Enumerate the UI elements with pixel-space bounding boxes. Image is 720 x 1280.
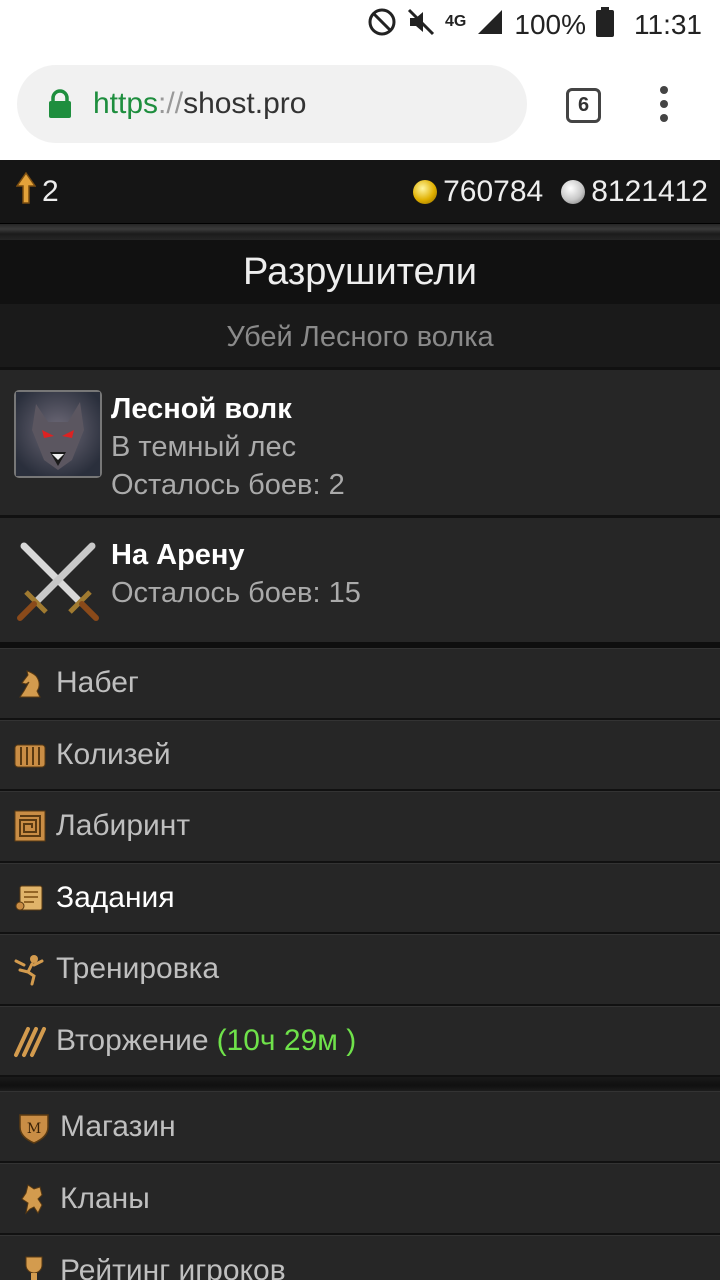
labyrinth-icon [12, 808, 48, 844]
game-page: 2 760784 8121412 Разрушители Убей Лесног… [0, 160, 720, 1280]
menu-label: Лабиринт [56, 809, 191, 843]
secondary-menu: M Магазин Кланы Рейтинг игроков [0, 1091, 720, 1280]
page-subtitle: Убей Лесного волка [0, 304, 720, 370]
scroll-icon [12, 880, 48, 916]
quest-battles-left: Осталось боев: 15 [111, 577, 361, 609]
browser-toolbar: https://shost.pro 6 [0, 50, 720, 160]
menu-item-quests[interactable]: Задания [0, 862, 720, 934]
url-host: shost.pro [183, 87, 307, 120]
url-separator: :// [158, 87, 184, 120]
tab-switcher-button[interactable]: 6 [566, 88, 601, 123]
wolf-portrait [14, 390, 102, 478]
level-indicator[interactable]: 2 [15, 171, 59, 212]
silver-amount: 8121412 [591, 174, 708, 208]
battery-percent: 100% [514, 9, 586, 40]
level-up-arrow-icon [15, 171, 37, 212]
menu-separator [0, 1077, 720, 1091]
svg-text:M: M [27, 1121, 41, 1137]
quest-arena[interactable]: На Арену Осталось боев: 15 [0, 518, 720, 648]
overflow-menu-icon[interactable] [654, 86, 674, 126]
quest-name: На Арену [111, 539, 245, 571]
address-bar[interactable]: https://shost.pro [17, 65, 527, 143]
menu-item-shop[interactable]: M Магазин [0, 1091, 720, 1163]
battery-icon [596, 6, 614, 44]
training-icon [12, 951, 48, 987]
currency-display: 760784 8121412 [401, 175, 708, 209]
no-disturb-icon [367, 7, 397, 44]
signal-icon [476, 8, 504, 43]
menu-label: Колизей [56, 737, 171, 771]
menu-item-rating[interactable]: Рейтинг игроков [0, 1235, 720, 1280]
menu-label: Тренировка [56, 952, 220, 986]
main-menu: Набег Колизей Лабиринт Задания Тренировк… [0, 648, 720, 1077]
menu-item-colosseum[interactable]: Колизей [0, 719, 720, 791]
menu-label: Рейтинг игроков [60, 1253, 286, 1280]
crossed-swords-icon [14, 536, 102, 624]
lion-icon [16, 1181, 52, 1217]
menu-label: Набег [56, 666, 139, 700]
gold-coin-icon [413, 179, 438, 204]
status-bar: 4G 100% 11:31 [0, 0, 720, 50]
mute-icon [407, 8, 435, 43]
clock: 11:31 [634, 9, 702, 40]
quest-location: В темный лес [111, 431, 297, 463]
silver-coin-icon [561, 179, 586, 204]
network-type: 4G [445, 13, 467, 30]
url-scheme: https [93, 87, 159, 120]
knight-icon [12, 665, 48, 701]
invasion-icon [12, 1023, 48, 1059]
menu-label: Магазин [60, 1109, 176, 1143]
quest-forest-wolf[interactable]: Лесной волк В темный лес Осталось боев: … [0, 370, 720, 518]
gold-amount: 760784 [443, 174, 544, 208]
level-value: 2 [42, 174, 59, 208]
page-title: Разрушители [0, 240, 720, 304]
menu-item-raid[interactable]: Набег [0, 648, 720, 720]
colosseum-icon [12, 737, 48, 773]
quest-battles-left: Осталось боев: 2 [111, 469, 345, 501]
divider [0, 224, 720, 240]
resource-bar: 2 760784 8121412 [0, 160, 720, 224]
menu-item-training[interactable]: Тренировка [0, 934, 720, 1006]
menu-label: Вторжение [56, 1023, 209, 1057]
menu-item-clans[interactable]: Кланы [0, 1163, 720, 1235]
trophy-icon [16, 1253, 52, 1280]
shop-shield-icon: M [16, 1109, 52, 1145]
lock-icon [47, 89, 73, 119]
quest-name: Лесной волк [111, 393, 292, 425]
invasion-timer: (10ч 29м ) [216, 1023, 357, 1057]
menu-item-invasion[interactable]: Вторжение (10ч 29м ) [0, 1005, 720, 1077]
menu-item-labyrinth[interactable]: Лабиринт [0, 791, 720, 863]
menu-label: Кланы [60, 1181, 150, 1215]
menu-label: Задания [56, 880, 175, 914]
